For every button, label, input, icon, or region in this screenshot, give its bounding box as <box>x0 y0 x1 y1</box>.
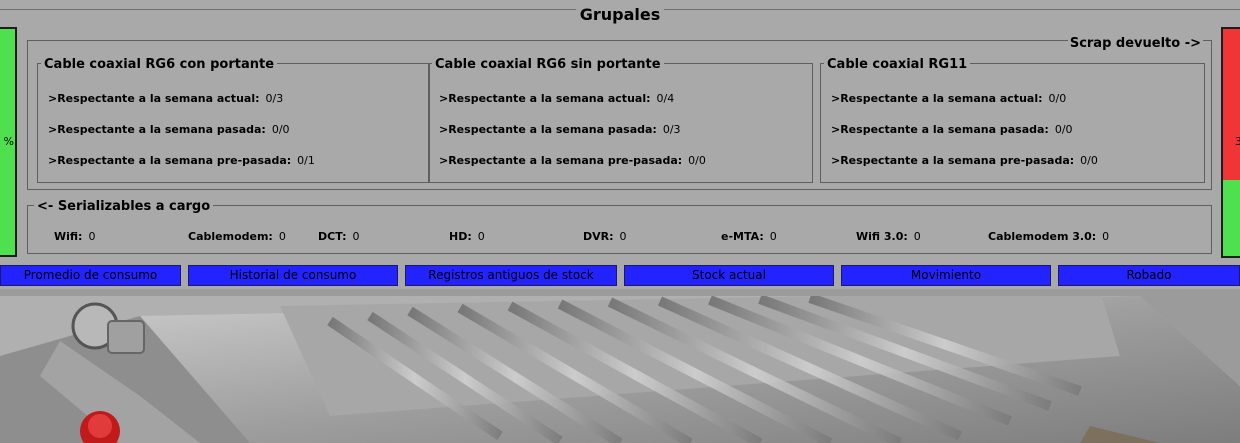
serializables-title: <- Serializables a cargo <box>34 199 214 214</box>
right-status-bar: 3 <box>1221 27 1240 258</box>
scrap-panel: Scrap devuelto -> Cable coaxial RG6 con … <box>27 36 1212 190</box>
tab-movimiento[interactable]: Movimiento <box>841 265 1051 286</box>
serializables-panel: <- Serializables a cargo Wifi: 0 Cablemod… <box>27 199 1212 254</box>
equipment-photo <box>0 296 1240 443</box>
cable-panel-rg11: Cable coaxial RG11 >Respectante a la sem… <box>820 57 1205 183</box>
stat-row: >Respectante a la semana actual: 0/3 <box>48 92 284 105</box>
cable-panel-rg6-sin-portante: Cable coaxial RG6 sin portante >Respecta… <box>428 57 813 183</box>
tab-stock-actual[interactable]: Stock actual <box>624 265 834 286</box>
serial-item-cablemodem: Cablemodem: 0 <box>188 230 286 243</box>
stat-row: >Respectante a la semana actual: 0/4 <box>439 92 675 105</box>
serial-item-dct: DCT: 0 <box>318 230 360 243</box>
serial-item-emta: e-MTA: 0 <box>721 230 777 243</box>
cable-panel-rg6-con-portante: Cable coaxial RG6 con portante >Respecta… <box>37 57 430 183</box>
cable-title: Cable coaxial RG11 <box>824 57 971 72</box>
serial-item-hd: HD: 0 <box>449 230 485 243</box>
right-status-text: 3 <box>1235 135 1240 148</box>
stat-row: >Respectante a la semana actual: 0/0 <box>831 92 1067 105</box>
tab-historial-de-consumo[interactable]: Historial de consumo <box>188 265 398 286</box>
scrap-title: Scrap devuelto -> <box>1067 36 1203 51</box>
serial-item-wifi: Wifi: 0 <box>54 230 96 243</box>
stat-row: >Respectante a la semana pasada: 0/0 <box>48 123 290 136</box>
serial-item-cablemodem3: Cablemodem 3.0: 0 <box>988 230 1110 243</box>
stat-row: >Respectante a la semana pasada: 0/3 <box>439 123 681 136</box>
tab-promedio-de-consumo[interactable]: Promedio de consumo <box>0 265 181 286</box>
stat-row: >Respectante a la semana pre-pasada: 0/0 <box>439 154 706 167</box>
tab-registros-antiguos-de-stock[interactable]: Registros antiguos de stock <box>405 265 617 286</box>
right-status-red <box>1223 29 1240 180</box>
stat-row: >Respectante a la semana pasada: 0/0 <box>831 123 1073 136</box>
section-divider <box>0 289 1240 296</box>
cable-title: Cable coaxial RG6 sin portante <box>432 57 664 72</box>
stat-row: >Respectante a la semana pre-pasada: 0/0 <box>831 154 1098 167</box>
equipment-photo-svg <box>0 296 1240 443</box>
group-title: Grupales <box>0 5 1240 24</box>
cable-title: Cable coaxial RG6 con portante <box>41 57 278 72</box>
left-status-text: % <box>3 135 14 148</box>
serial-item-dvr: DVR: 0 <box>583 230 627 243</box>
right-status-green <box>1223 180 1240 256</box>
tab-robado[interactable]: Robado <box>1058 265 1240 286</box>
left-status-bar: % <box>0 27 17 257</box>
stat-row: >Respectante a la semana pre-pasada: 0/1 <box>48 154 315 167</box>
serial-item-wifi3: Wifi 3.0: 0 <box>856 230 921 243</box>
